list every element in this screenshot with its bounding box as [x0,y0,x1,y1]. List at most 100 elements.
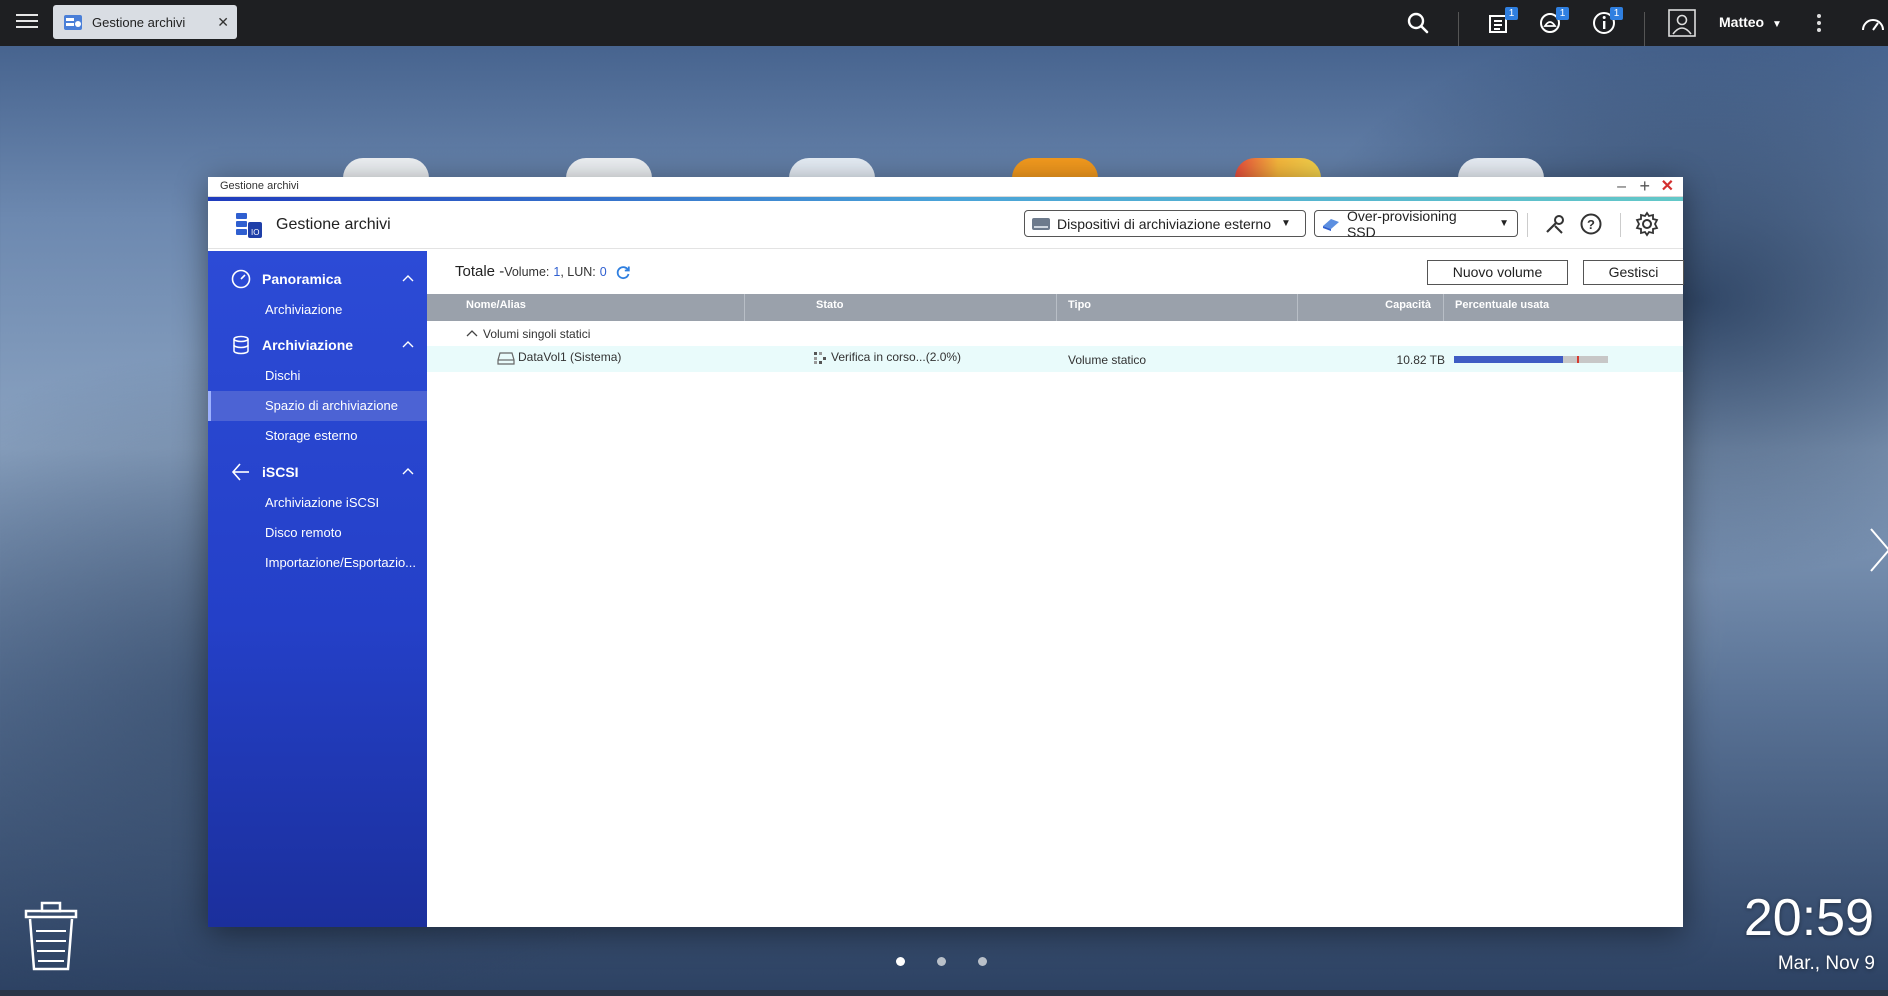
svg-text:IO: IO [251,228,259,237]
volume-type: Volume statico [1068,353,1147,367]
chevron-up-icon [402,341,414,348]
separator [1620,213,1621,237]
chevron-down-icon: ▼ [1281,218,1291,229]
ssd-overprovisioning-dropdown[interactable]: Over-provisioning SSD ▼ [1314,207,1518,240]
volume-count: 1 [553,264,561,279]
taskbar-tab-storage-manager[interactable]: Gestione archivi ✕ [53,5,237,39]
svg-text:?: ? [1587,217,1595,232]
window-titlebar[interactable]: Gestione archivi – + ✕ [208,177,1683,197]
next-page-arrow-icon[interactable] [1869,527,1888,573]
page-dot[interactable] [896,957,905,966]
user-avatar-icon[interactable] [1668,9,1696,37]
tasks-badge: 1 [1505,7,1518,20]
usage-bar [1454,356,1608,363]
desktop-page-indicator [896,957,1019,966]
taskbar-tab-label: Gestione archivi [92,14,186,30]
more-options-icon[interactable] [1816,14,1822,32]
volume-status: Verifica in corso...(2.0%) [831,350,962,364]
storage-manager-icon [64,15,82,30]
table-header: Nome/Alias Stato Tipo Capacità Percentua… [427,294,1683,321]
dashboard-icon [231,269,251,289]
lun-count: 0 [599,264,607,279]
separator [1458,12,1459,46]
main-panel: Totale - Volume: 1 , LUN: 0 Nuovo volume… [427,251,1684,927]
table-row[interactable]: DataVol1 (Sistema) Verifica in corso...(… [427,346,1683,372]
help-icon[interactable]: ? [1579,212,1603,236]
sidebar-item-dischi[interactable]: Dischi [208,361,427,391]
column-header-capacity[interactable]: Capacità [1298,294,1444,321]
checking-status-icon [814,352,826,364]
minimize-icon[interactable]: – [1617,177,1626,196]
refresh-icon[interactable] [615,264,631,280]
app-header: IO Gestione archivi Dispositivi di archi… [208,201,1683,249]
sidebar-item-disco-remoto[interactable]: Disco remoto [208,518,427,548]
sidebar-item-storage-esterno[interactable]: Storage esterno [208,421,427,451]
info-badge: 1 [1610,7,1623,20]
separator [1527,213,1528,237]
system-info-button[interactable]: 1 [1591,7,1623,36]
summary: Totale - Volume: 1 , LUN: 0 [455,263,631,280]
chevron-down-icon: ▼ [1772,19,1782,30]
external-devices-dropdown[interactable]: Dispositivi di archiviazione esterno ▼ [1024,210,1306,237]
desktop-clock: 20:59 [1743,889,1874,947]
sidebar-item-archiviazione-iscsi[interactable]: Archiviazione iSCSI [208,488,427,518]
sidebar-group-label: iSCSI [262,464,299,480]
background-tasks-button[interactable]: 1 [1486,7,1518,36]
sidebar-item-importazione-esportazione[interactable]: Importazione/Esportazio... [208,548,427,578]
chevron-up-icon[interactable] [466,327,478,339]
desktop-date: Mar., Nov 9 [1777,953,1875,974]
tools-icon[interactable] [1543,212,1567,236]
sidebar-group-panoramica[interactable]: Panoramica [208,264,427,294]
maximize-icon[interactable]: + [1639,177,1650,196]
overprovisioning-label: Over-provisioning SSD [1346,207,1457,240]
new-volume-button[interactable]: Nuovo volume [1427,260,1568,285]
manage-button[interactable]: Gestisci [1583,260,1684,285]
volume-label: Volume: [504,264,550,279]
sidebar-group-archiviazione[interactable]: Archiviazione [208,330,427,360]
top-bar: Gestione archivi ✕ 1 1 1 Matteo ▼ [0,0,1888,46]
page-dot[interactable] [937,957,946,966]
main-menu-button[interactable] [14,10,40,34]
trash-icon[interactable] [20,897,82,973]
search-icon[interactable] [1405,10,1431,36]
sidebar-group-label: Archiviazione [262,337,354,353]
sidebar-group-label: Panoramica [262,271,342,287]
volume-group-row: Volumi singoli statici [427,322,1683,346]
storage-manager-window: Gestione archivi – + ✕ IO Gestione archi… [208,177,1684,927]
app-title: Gestione archivi [276,215,391,233]
volume-name: DataVol1 (Sistema) [518,350,622,364]
gear-icon[interactable] [1634,211,1660,237]
dashboard-gauge-icon[interactable] [1860,12,1886,38]
sidebar: Panoramica Archiviazione Archiviazione D… [208,251,427,927]
close-icon[interactable]: ✕ [217,14,229,31]
close-window-icon[interactable]: ✕ [1661,177,1674,196]
ssd-icon [1322,218,1339,231]
events-badge: 1 [1556,7,1569,20]
separator [1644,12,1645,46]
column-header-type[interactable]: Tipo [1057,294,1298,321]
page-dot[interactable] [978,957,987,966]
external-devices-label: Dispositivi di archiviazione esterno [1057,215,1271,232]
chevron-up-icon [402,275,414,282]
summary-title: Totale - [455,263,505,280]
volume-capacity: 10.82 TB [1396,353,1445,367]
volume-drive-icon [497,352,515,365]
column-header-name[interactable]: Nome/Alias [455,294,745,321]
window-title: Gestione archivi [220,180,299,192]
event-notifications-button[interactable]: 1 [1537,7,1569,36]
chevron-down-icon: ▼ [1499,218,1509,229]
iscsi-icon [231,463,249,481]
user-menu[interactable]: Matteo ▼ [1719,14,1782,30]
lun-label: , LUN: [560,264,596,279]
column-header-percent-used[interactable]: Percentuale usata [1444,294,1683,321]
sidebar-item-archiviazione-overview[interactable]: Archiviazione [208,295,427,325]
sidebar-group-iscsi[interactable]: iSCSI [208,457,427,487]
usage-bar-fill [1454,356,1564,363]
sidebar-item-spazio-di-archiviazione[interactable]: Spazio di archiviazione [208,391,427,421]
volume-group-label: Volumi singoli statici [483,327,591,341]
external-drive-icon [1032,217,1050,230]
chevron-up-icon [402,468,414,475]
database-icon [233,335,249,355]
column-header-status[interactable]: Stato [805,294,1057,321]
storage-manager-logo-icon: IO [236,212,262,238]
